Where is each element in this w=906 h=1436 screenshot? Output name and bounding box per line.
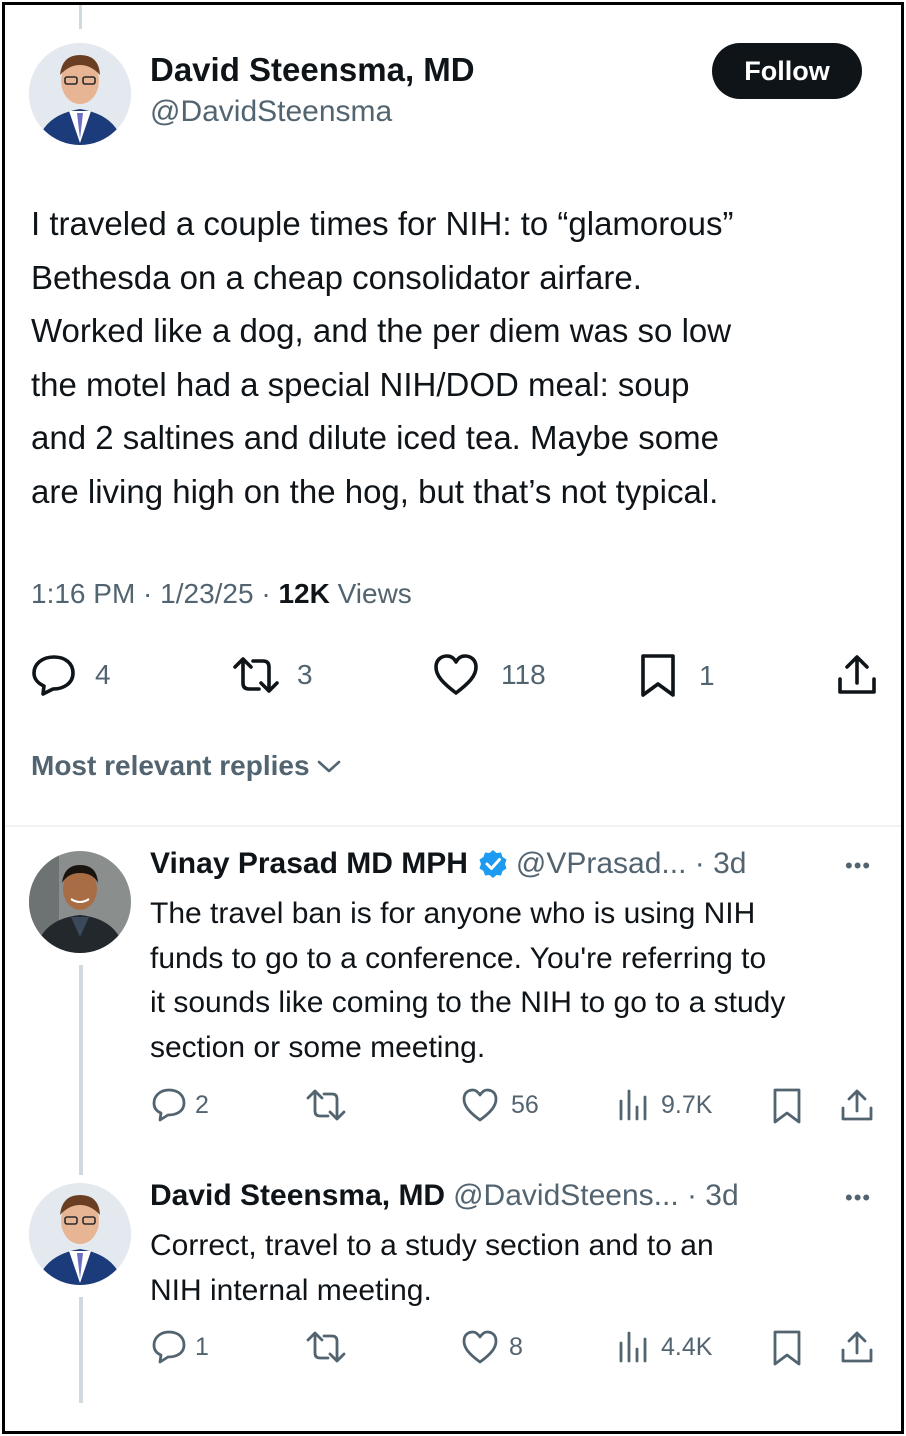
bookmark-icon <box>771 1087 803 1125</box>
thread-connector <box>79 1297 83 1403</box>
reply-action[interactable]: 1 <box>151 1329 209 1365</box>
verified-badge-icon <box>478 849 508 879</box>
like-action[interactable]: 118 <box>433 653 546 697</box>
repost-action[interactable] <box>305 1329 347 1365</box>
like-count: 118 <box>501 659 546 690</box>
post-text-line: are living high on the hog, but that’s n… <box>31 472 719 510</box>
reply-action[interactable]: 4 <box>31 653 111 697</box>
chevron-down-icon <box>316 750 342 782</box>
view-count: 4.4K <box>661 1332 713 1361</box>
speech-bubble-icon <box>151 1329 187 1365</box>
like-count: 8 <box>509 1332 523 1361</box>
reply-text: The travel ban is for anyone who is usin… <box>150 892 890 1070</box>
share-action[interactable] <box>839 1329 875 1365</box>
post-text-line: I traveled a couple times for NIH: to “g… <box>31 205 734 242</box>
thread-connector <box>79 965 83 1175</box>
repost-count: 3 <box>297 659 313 690</box>
more-dots-icon[interactable]: ••• <box>845 1185 871 1211</box>
bookmark-action[interactable]: 1 <box>639 653 715 699</box>
views-action[interactable]: 9.7K <box>617 1087 712 1123</box>
view-count: 9.7K <box>661 1090 713 1119</box>
post-text: I traveled a couple times for NIH: to “g… <box>31 197 881 518</box>
reply-text-line: The travel ban is for anyone who is usin… <box>150 897 756 930</box>
screenshot-frame: David Steensma, MD @DavidSteensma Follow… <box>2 2 904 1434</box>
reply-header: Vinay Prasad MD MPH @VPrasad... · 3d <box>150 847 746 881</box>
speech-bubble-icon <box>151 1087 187 1123</box>
bookmark-icon <box>771 1329 803 1367</box>
follow-button[interactable]: Follow <box>712 43 862 99</box>
reply-author-name[interactable]: David Steensma, MD <box>150 1179 445 1213</box>
share-upload-icon <box>839 1329 875 1365</box>
share-action[interactable] <box>839 1087 875 1123</box>
bar-chart-icon <box>617 1087 651 1123</box>
replies-sort-label: Most relevant replies <box>31 750 310 781</box>
like-count: 56 <box>511 1090 539 1119</box>
post-meta: 1:16 PM · 1/23/25 · 12K Views <box>31 578 412 610</box>
bar-chart-icon <box>617 1329 651 1365</box>
reply-text-line: Correct, travel to a study section and t… <box>150 1229 714 1262</box>
reply-text: Correct, travel to a study section and t… <box>150 1224 890 1313</box>
bookmark-action[interactable] <box>771 1087 803 1125</box>
repost-arrows-icon <box>305 1087 347 1123</box>
post-text-line: Bethesda on a cheap consolidator airfare… <box>31 258 642 296</box>
like-action[interactable]: 8 <box>461 1329 523 1365</box>
author-avatar[interactable] <box>29 43 131 145</box>
author-handle[interactable]: @DavidSteensma <box>150 95 392 129</box>
heart-icon <box>433 653 479 697</box>
post-timestamp[interactable]: 1:16 PM · 1/23/25 · <box>31 578 278 609</box>
heart-icon <box>461 1087 499 1123</box>
share-upload-icon <box>835 653 879 697</box>
repost-action[interactable] <box>305 1087 347 1123</box>
repost-arrows-icon <box>305 1329 347 1365</box>
heart-icon <box>461 1329 499 1365</box>
speech-bubble-icon <box>31 653 77 697</box>
reply-text-line: funds to go to a conference. You're refe… <box>150 941 767 975</box>
share-upload-icon <box>839 1087 875 1123</box>
reply-handle-time[interactable]: @DavidSteens... · 3d <box>453 1179 739 1213</box>
share-action[interactable] <box>835 653 879 697</box>
repost-action[interactable]: 3 <box>231 653 313 697</box>
views-label: Views <box>329 578 412 609</box>
reply-count: 4 <box>95 659 111 690</box>
bookmark-count: 1 <box>699 660 715 691</box>
reply-text-line: NIH internal meeting. <box>150 1273 432 1307</box>
views-count: 12K <box>278 578 330 609</box>
reply-count: 2 <box>195 1090 209 1119</box>
reply-handle-time[interactable]: @VPrasad... · 3d <box>516 847 747 881</box>
reply-header: David Steensma, MD @DavidSteens... · 3d <box>150 1179 739 1213</box>
post-text-line: the motel had a special NIH/DOD meal: so… <box>31 365 690 403</box>
reply-count: 1 <box>195 1332 209 1361</box>
reply-avatar[interactable] <box>29 851 131 953</box>
bookmark-icon <box>639 653 677 699</box>
post-text-line: Worked like a dog, and the per diem was … <box>31 312 732 349</box>
reply-author-name[interactable]: Vinay Prasad MD MPH <box>150 847 468 881</box>
post-text-line: and 2 saltines and dilute iced tea. Mayb… <box>31 419 719 456</box>
reply-avatar[interactable] <box>29 1183 131 1285</box>
bookmark-action[interactable] <box>771 1329 803 1367</box>
reply-text-line: it sounds like coming to the NIH to go t… <box>150 986 786 1019</box>
reply-text-line: section or some meeting. <box>150 1030 486 1064</box>
section-divider <box>5 825 901 827</box>
like-action[interactable]: 56 <box>461 1087 539 1123</box>
reply-action[interactable]: 2 <box>151 1087 209 1123</box>
thread-line-top <box>79 5 82 29</box>
views-action[interactable]: 4.4K <box>617 1329 712 1365</box>
replies-sort-dropdown[interactable]: Most relevant replies <box>31 750 342 782</box>
more-dots-icon[interactable]: ••• <box>845 853 871 879</box>
author-name[interactable]: David Steensma, MD <box>150 51 475 89</box>
repost-arrows-icon <box>231 653 281 697</box>
